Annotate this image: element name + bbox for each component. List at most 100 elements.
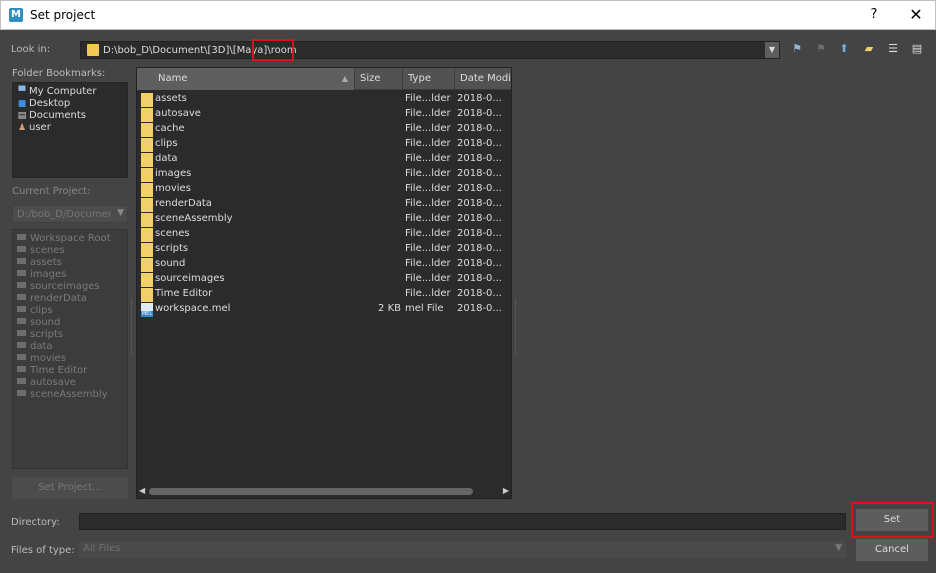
folder-icon — [141, 108, 153, 122]
look-in-label: Look in: — [11, 44, 51, 55]
splitter-handle[interactable] — [515, 300, 517, 356]
detail-view-icon[interactable]: ▤ — [910, 42, 924, 56]
bookmark-desktop[interactable]: ■ Desktop — [17, 98, 71, 109]
column-header-size[interactable]: Size — [355, 68, 403, 90]
workspace-item[interactable]: sound — [17, 317, 60, 328]
sort-ascending-icon: ▲ — [341, 74, 348, 83]
chevron-down-icon: ▼ — [835, 543, 842, 553]
file-row[interactable]: sound File...lder 2018-0... — [137, 257, 511, 272]
folder-icon — [17, 294, 26, 300]
splitter-handle[interactable] — [131, 300, 133, 356]
documents-icon: ▤ — [17, 111, 27, 121]
workspace-list: Workspace Root scenes assets images sour… — [12, 229, 128, 469]
workspace-item[interactable]: data — [17, 341, 53, 352]
mel-file-icon — [141, 303, 153, 317]
dialog-body: Look in: D:\bob_D\Document\[3D]\[Maya]\r… — [1, 30, 935, 572]
file-row[interactable]: movies File...lder 2018-0... — [137, 182, 511, 197]
highlight-set-annotation — [851, 502, 934, 538]
column-header-name[interactable]: Name ▲ — [137, 68, 355, 90]
folder-icon — [141, 273, 153, 287]
workspace-item[interactable]: Workspace Root — [17, 233, 111, 244]
folder-icon — [17, 282, 26, 288]
file-row[interactable]: scripts File...lder 2018-0... — [137, 242, 511, 257]
file-list-header: Name ▲ Size Type Date Modi — [137, 68, 511, 90]
folder-icon — [87, 44, 99, 56]
folder-icon — [141, 258, 153, 272]
column-header-type[interactable]: Type — [403, 68, 455, 90]
current-project-value: D:/bob_D/Documen — [17, 209, 111, 220]
file-row[interactable]: assets File...lder 2018-0... — [137, 92, 511, 107]
current-project-combobox[interactable]: D:/bob_D/Documen ▼ — [12, 205, 128, 223]
directory-label: Directory: — [11, 517, 60, 528]
bookmark-documents[interactable]: ▤ Documents — [17, 110, 86, 121]
folder-icon — [17, 318, 26, 324]
workspace-item[interactable]: images — [17, 269, 66, 280]
forward-icon[interactable]: ⚑ — [814, 42, 828, 56]
folder-icon — [141, 123, 153, 137]
files-of-type-label: Files of type: — [11, 545, 75, 556]
workspace-item[interactable]: clips — [17, 305, 53, 316]
workspace-item[interactable]: renderData — [17, 293, 87, 304]
workspace-item[interactable]: sceneAssembly — [17, 389, 108, 400]
look-in-combobox[interactable]: D:\bob_D\Document\[3D]\[Maya]\room ▼ — [80, 41, 780, 59]
folder-icon — [17, 390, 26, 396]
workspace-item[interactable]: movies — [17, 353, 66, 364]
file-row[interactable]: clips File...lder 2018-0... — [137, 137, 511, 152]
new-folder-icon[interactable]: ▰ — [862, 42, 876, 56]
file-row[interactable]: images File...lder 2018-0... — [137, 167, 511, 182]
folder-icon — [141, 138, 153, 152]
folder-icon — [141, 213, 153, 227]
folder-icon — [141, 153, 153, 167]
folder-icon — [141, 228, 153, 242]
workspace-item[interactable]: autosave — [17, 377, 76, 388]
parent-folder-icon[interactable]: ⬆ — [837, 42, 851, 56]
folder-icon — [141, 243, 153, 257]
folder-icon — [141, 183, 153, 197]
folder-icon — [141, 168, 153, 182]
help-button[interactable]: ? — [867, 7, 881, 22]
scroll-left-icon[interactable]: ◀ — [139, 486, 145, 495]
file-row[interactable]: data File...lder 2018-0... — [137, 152, 511, 167]
folder-icon — [17, 330, 26, 336]
workspace-item[interactable]: scenes — [17, 245, 65, 256]
window-title: Set project — [30, 8, 96, 22]
file-row[interactable]: cache File...lder 2018-0... — [137, 122, 511, 137]
chevron-down-icon[interactable]: ▼ — [765, 42, 779, 58]
set-project-button[interactable]: Set Project... — [12, 477, 128, 499]
horizontal-scrollbar[interactable]: ◀ ▶ — [137, 484, 511, 498]
workspace-item[interactable]: scripts — [17, 329, 63, 340]
bookmark-my-computer[interactable]: ▀ My Computer — [17, 86, 97, 97]
workspace-item[interactable]: Time Editor — [17, 365, 87, 376]
file-row[interactable]: sceneAssembly File...lder 2018-0... — [137, 212, 511, 227]
maya-app-icon: M — [9, 8, 23, 22]
back-icon[interactable]: ⚑ — [790, 42, 804, 56]
file-row[interactable]: Time Editor File...lder 2018-0... — [137, 287, 511, 302]
bookmarks-list: ▀ My Computer ■ Desktop ▤ Documents ♟ user — [12, 82, 128, 178]
file-row[interactable]: workspace.mel2 KBmel File2018-0... — [137, 302, 511, 317]
folder-icon — [17, 378, 26, 384]
folder-icon — [17, 342, 26, 348]
chevron-down-icon: ▼ — [117, 208, 124, 218]
folder-bookmarks-label: Folder Bookmarks: — [12, 68, 106, 79]
scroll-right-icon[interactable]: ▶ — [503, 486, 509, 495]
close-button[interactable]: ✕ — [907, 5, 925, 24]
workspace-item[interactable]: sourceimages — [17, 281, 100, 292]
files-of-type-value: All Files — [83, 543, 121, 554]
bookmark-user[interactable]: ♟ user — [17, 122, 51, 133]
list-view-icon[interactable]: ☰ — [886, 42, 900, 56]
computer-icon: ▀ — [18, 87, 26, 97]
file-row[interactable]: sourceimages File...lder 2018-0... — [137, 272, 511, 287]
folder-icon — [17, 354, 26, 360]
column-header-date[interactable]: Date Modi — [455, 68, 511, 90]
cancel-button[interactable]: Cancel — [856, 539, 928, 561]
folder-icon — [17, 270, 26, 276]
title-bar: M Set project ? ✕ — [0, 0, 936, 30]
directory-input[interactable] — [79, 513, 846, 530]
file-row[interactable]: autosave File...lder 2018-0... — [137, 107, 511, 122]
folder-icon — [17, 306, 26, 312]
files-of-type-select[interactable]: All Files ▼ — [79, 541, 846, 558]
file-row[interactable]: renderData File...lder 2018-0... — [137, 197, 511, 212]
file-row[interactable]: scenes File...lder 2018-0... — [137, 227, 511, 242]
scrollbar-thumb[interactable] — [149, 488, 473, 495]
workspace-item[interactable]: assets — [17, 257, 62, 268]
